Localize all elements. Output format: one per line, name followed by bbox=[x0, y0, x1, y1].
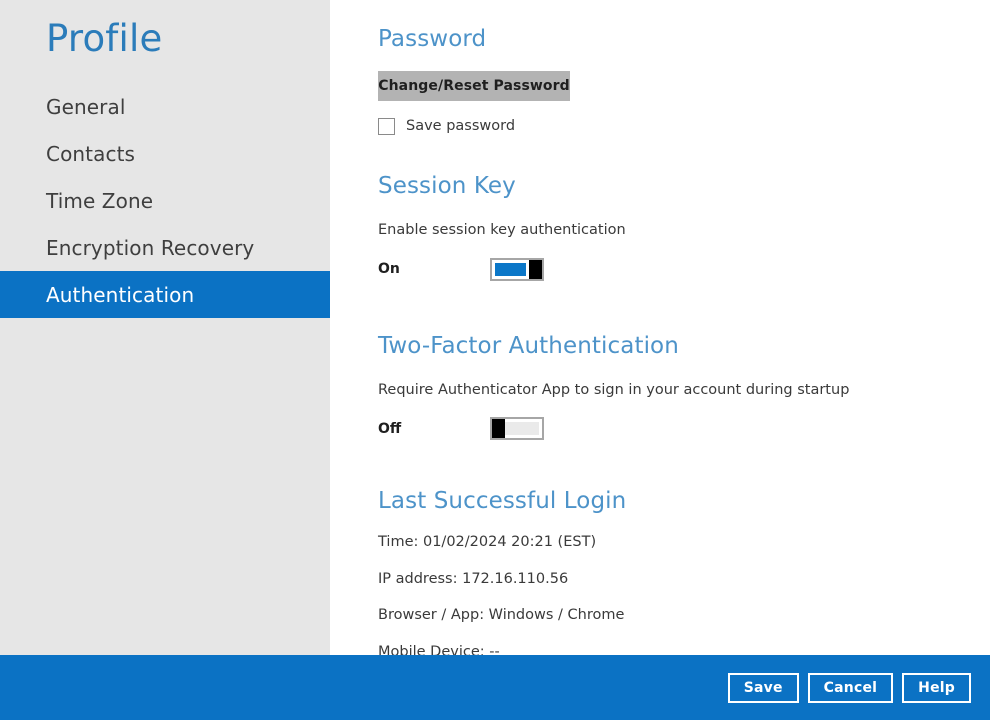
sidebar-item-label: Encryption Recovery bbox=[46, 236, 254, 260]
session-key-toggle-row: On bbox=[378, 258, 990, 281]
toggle-thumb bbox=[492, 419, 505, 438]
session-key-heading: Session Key bbox=[378, 175, 990, 198]
save-button[interactable]: Save bbox=[728, 673, 799, 703]
sidebar-item-label: Time Zone bbox=[46, 189, 153, 213]
save-password-checkbox[interactable] bbox=[378, 118, 395, 135]
sidebar-item-time-zone[interactable]: Time Zone bbox=[0, 177, 330, 224]
last-successful-login-section: Last Successful Login Time: 01/02/2024 2… bbox=[378, 490, 990, 655]
session-key-toggle[interactable] bbox=[490, 258, 544, 281]
sidebar-item-encryption-recovery[interactable]: Encryption Recovery bbox=[0, 224, 330, 271]
authentication-panel: Password Change/Reset Password Save pass… bbox=[330, 0, 990, 655]
session-key-description: Enable session key authentication bbox=[378, 223, 990, 238]
sidebar-item-contacts[interactable]: Contacts bbox=[0, 130, 330, 177]
sidebar-nav-list: General Contacts Time Zone Encryption Re… bbox=[0, 83, 330, 318]
session-key-section: Session Key Enable session key authentic… bbox=[378, 175, 990, 281]
page-title: Profile bbox=[0, 12, 330, 57]
two-factor-section: Two-Factor Authentication Require Authen… bbox=[378, 335, 990, 441]
sidebar-item-label: Contacts bbox=[46, 142, 135, 166]
last-login-browser-app: Browser / App: Windows / Chrome bbox=[378, 608, 990, 623]
save-password-checkbox-row[interactable]: Save password bbox=[378, 118, 515, 135]
change-reset-password-button[interactable]: Change/Reset Password bbox=[378, 71, 570, 101]
last-login-time: Time: 01/02/2024 20:21 (EST) bbox=[378, 535, 990, 550]
password-heading: Password bbox=[378, 28, 990, 51]
last-login-details: Time: 01/02/2024 20:21 (EST) IP address:… bbox=[378, 535, 990, 655]
session-key-state-label: On bbox=[378, 262, 490, 276]
last-login-mobile-device: Mobile Device: -- bbox=[378, 645, 990, 656]
footer-action-bar: Save Cancel Help bbox=[0, 655, 990, 720]
password-section: Password Change/Reset Password Save pass… bbox=[378, 28, 990, 135]
two-factor-toggle-row: Off bbox=[378, 417, 990, 440]
two-factor-heading: Two-Factor Authentication bbox=[378, 335, 990, 358]
sidebar-item-label: Authentication bbox=[46, 283, 194, 307]
two-factor-description: Require Authenticator App to sign in you… bbox=[378, 383, 990, 398]
two-factor-state-label: Off bbox=[378, 422, 490, 436]
window-body: Profile General Contacts Time Zone Encry… bbox=[0, 0, 990, 655]
sidebar-item-label: General bbox=[46, 95, 126, 119]
toggle-thumb bbox=[529, 260, 542, 279]
two-factor-toggle[interactable] bbox=[490, 417, 544, 440]
last-login-heading: Last Successful Login bbox=[378, 490, 990, 513]
last-login-ip-address: IP address: 172.16.110.56 bbox=[378, 572, 990, 587]
toggle-track bbox=[495, 263, 526, 276]
help-button[interactable]: Help bbox=[902, 673, 971, 703]
sidebar: Profile General Contacts Time Zone Encry… bbox=[0, 0, 330, 655]
sidebar-item-authentication[interactable]: Authentication bbox=[0, 271, 330, 318]
sidebar-item-general[interactable]: General bbox=[0, 83, 330, 130]
profile-settings-window: Profile General Contacts Time Zone Encry… bbox=[0, 0, 990, 720]
cancel-button[interactable]: Cancel bbox=[808, 673, 893, 703]
save-password-label: Save password bbox=[406, 119, 515, 134]
